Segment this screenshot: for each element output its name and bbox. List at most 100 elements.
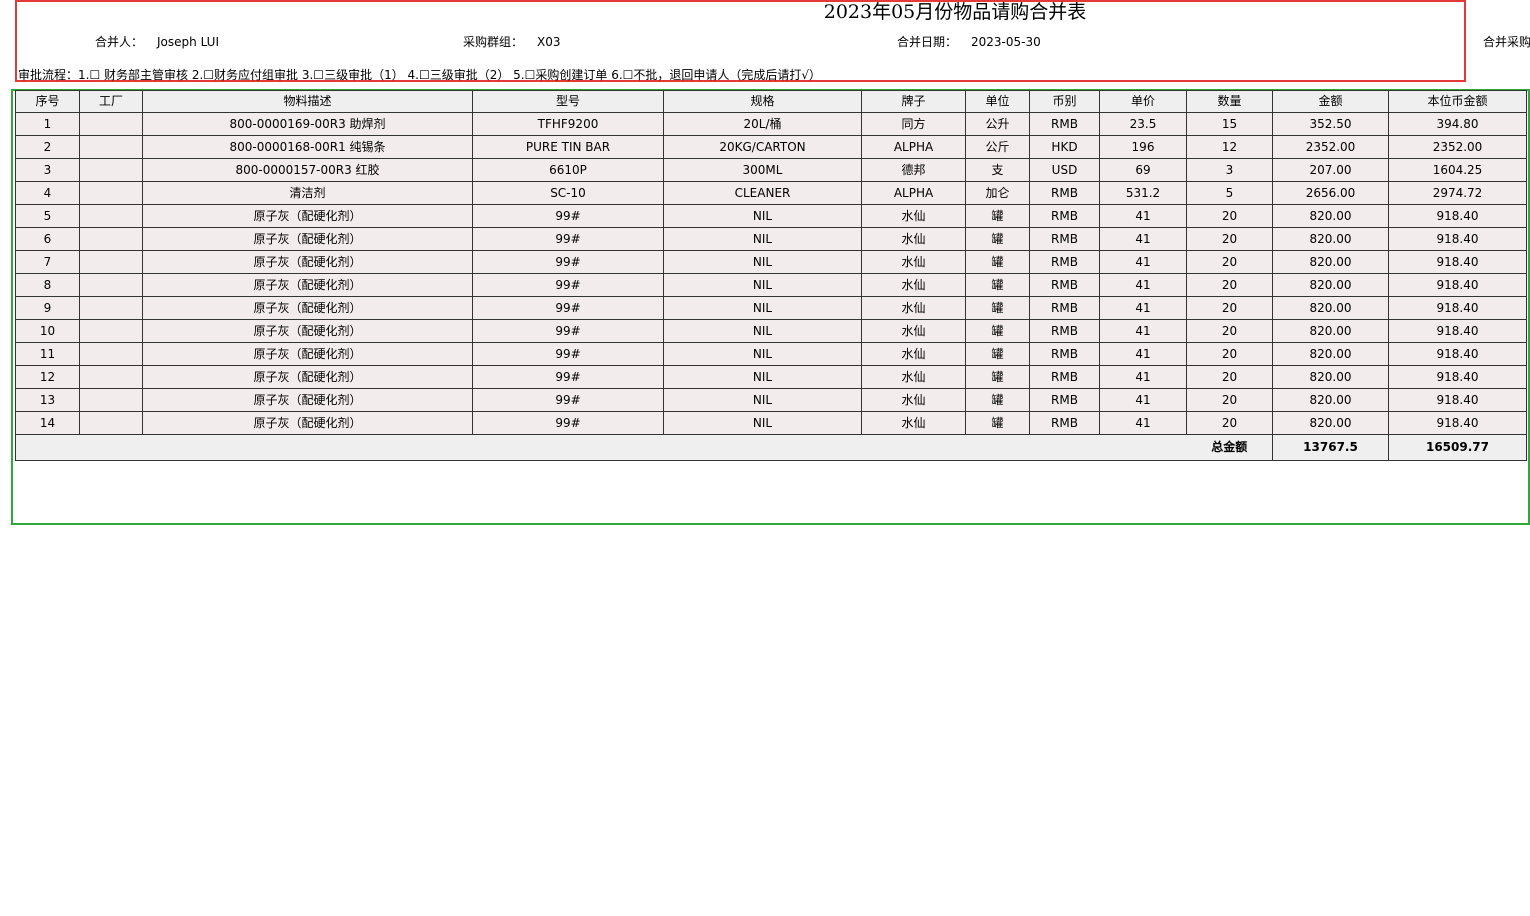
column-header: 型号 xyxy=(472,90,664,113)
table-cell: 41 xyxy=(1099,319,1187,343)
table-cell: 20 xyxy=(1186,365,1273,389)
table-cell: 20 xyxy=(1186,227,1273,251)
table-cell: 20KG/CARTON xyxy=(663,135,862,159)
table-cell: 罐 xyxy=(965,273,1030,297)
table-cell: 918.40 xyxy=(1388,342,1527,366)
table-cell: NIL xyxy=(663,250,862,274)
table-cell: 水仙 xyxy=(861,342,966,366)
table-cell: 99# xyxy=(472,227,664,251)
table-cell xyxy=(79,342,143,366)
table-cell: 99# xyxy=(472,204,664,228)
table-cell: 820.00 xyxy=(1272,411,1389,435)
table-row: 7 原子灰（配硬化剂） 99# NIL 水仙罐 RMB 41 20 820.00 918.40 xyxy=(15,250,1527,274)
table-cell: 原子灰（配硬化剂） xyxy=(142,411,473,435)
table-cell: 5 xyxy=(15,204,80,228)
merged-purchase-label: 合并采购 xyxy=(1483,35,1530,49)
table-cell: 918.40 xyxy=(1388,388,1527,412)
table-cell: 20 xyxy=(1186,250,1273,274)
table-cell: 原子灰（配硬化剂） xyxy=(142,204,473,228)
table-cell: 23.5 xyxy=(1099,112,1187,136)
table-cell: HKD xyxy=(1029,135,1100,159)
table-cell: NIL xyxy=(663,296,862,320)
table-cell: 820.00 xyxy=(1272,250,1389,274)
table-cell: 20 xyxy=(1186,204,1273,228)
purchase-group-value: X03 xyxy=(537,35,561,49)
table-cell: 820.00 xyxy=(1272,388,1389,412)
table-cell: 918.40 xyxy=(1388,227,1527,251)
table-cell: 20L/桶 xyxy=(663,112,862,136)
table-cell: 99# xyxy=(472,388,664,412)
table-cell: 20 xyxy=(1186,411,1273,435)
table-row: 3 800-0000157-00R3 红胶 6610P 300ML 德邦支 USD 69 3 2… xyxy=(15,158,1527,182)
table-cell: RMB xyxy=(1029,411,1100,435)
table-cell: 2656.00 xyxy=(1272,181,1389,205)
table-cell: 820.00 xyxy=(1272,296,1389,320)
table-cell: 3 xyxy=(15,158,80,182)
column-header: 币别 xyxy=(1029,90,1100,113)
table-row: 9 原子灰（配硬化剂） 99# NIL 水仙罐 RMB 41 20 820.00 918.40 xyxy=(15,296,1527,320)
table-cell: 水仙 xyxy=(861,250,966,274)
table-cell: 12 xyxy=(15,365,80,389)
table-cell: 公升 xyxy=(965,112,1030,136)
table-cell: 水仙 xyxy=(861,388,966,412)
table-cell: 99# xyxy=(472,411,664,435)
table-cell: NIL xyxy=(663,411,862,435)
table-cell: PURE TIN BAR xyxy=(472,135,664,159)
table-row: 11 原子灰（配硬化剂） 99# NIL 水仙罐 RMB 41 20 820.00 918.40 xyxy=(15,342,1527,366)
table-cell: 6 xyxy=(15,227,80,251)
table-cell: 原子灰（配硬化剂） xyxy=(142,365,473,389)
table-cell: 2352.00 xyxy=(1388,135,1527,159)
column-header: 牌子 xyxy=(861,90,966,113)
table-cell: 99# xyxy=(472,273,664,297)
table-cell: 918.40 xyxy=(1388,365,1527,389)
table-cell: 清洁剂 xyxy=(142,181,473,205)
table-cell: 41 xyxy=(1099,273,1187,297)
column-header: 工厂 xyxy=(79,90,143,113)
table-cell: NIL xyxy=(663,388,862,412)
table-row: 4 清洁剂 SC-10 CLEANER ALPHA 加仑 RMB 531.2 5 2656.00 2… xyxy=(15,181,1527,205)
table-cell: 水仙 xyxy=(861,319,966,343)
table-row: 13 原子灰（配硬化剂） 99# NIL 水仙罐 RMB 41 20 820.00 918.40 xyxy=(15,388,1527,412)
table-cell: 5 xyxy=(1186,181,1273,205)
table-cell: 罐 xyxy=(965,342,1030,366)
total-local-amount: 16509.77 xyxy=(1388,434,1527,461)
merge-date-field: 合并日期： 2023-05-30 xyxy=(897,34,1041,50)
table-cell: NIL xyxy=(663,319,862,343)
table-cell: 8 xyxy=(15,273,80,297)
table-cell: 1 xyxy=(15,112,80,136)
table-cell: 41 xyxy=(1099,296,1187,320)
table-cell: 1604.25 xyxy=(1388,158,1527,182)
table-cell: 罐 xyxy=(965,227,1030,251)
table-cell: RMB xyxy=(1029,342,1100,366)
table-cell: 41 xyxy=(1099,365,1187,389)
table-cell: 99# xyxy=(472,342,664,366)
table-cell xyxy=(79,227,143,251)
table-cell: 原子灰（配硬化剂） xyxy=(142,227,473,251)
total-row-spacer xyxy=(15,434,1187,461)
table-cell xyxy=(79,319,143,343)
column-header: 单价 xyxy=(1099,90,1187,113)
table-cell: RMB xyxy=(1029,181,1100,205)
table-row: 5 原子灰（配硬化剂） 99# NIL 水仙罐 RMB 41 20 820.00 918.40 xyxy=(15,204,1527,228)
column-header: 物料描述 xyxy=(142,90,473,113)
table-cell xyxy=(79,135,143,159)
table-cell: 原子灰（配硬化剂） xyxy=(142,296,473,320)
table-cell: 918.40 xyxy=(1388,273,1527,297)
table-cell xyxy=(79,388,143,412)
table-cell: 918.40 xyxy=(1388,296,1527,320)
table-cell: 德邦 xyxy=(861,158,966,182)
table-cell xyxy=(79,204,143,228)
total-row: 总金额 13767.5 16509.77 xyxy=(15,434,1527,461)
table-cell: 820.00 xyxy=(1272,227,1389,251)
table-cell: 水仙 xyxy=(861,273,966,297)
table-cell: 2352.00 xyxy=(1272,135,1389,159)
table-cell: 加仑 xyxy=(965,181,1030,205)
table-cell: 3 xyxy=(1186,158,1273,182)
table-cell: 7 xyxy=(15,250,80,274)
table-cell: 罐 xyxy=(965,365,1030,389)
table-cell: 820.00 xyxy=(1272,365,1389,389)
table-cell: 15 xyxy=(1186,112,1273,136)
table-cell: RMB xyxy=(1029,112,1100,136)
table-cell xyxy=(79,181,143,205)
table-cell: 罐 xyxy=(965,250,1030,274)
